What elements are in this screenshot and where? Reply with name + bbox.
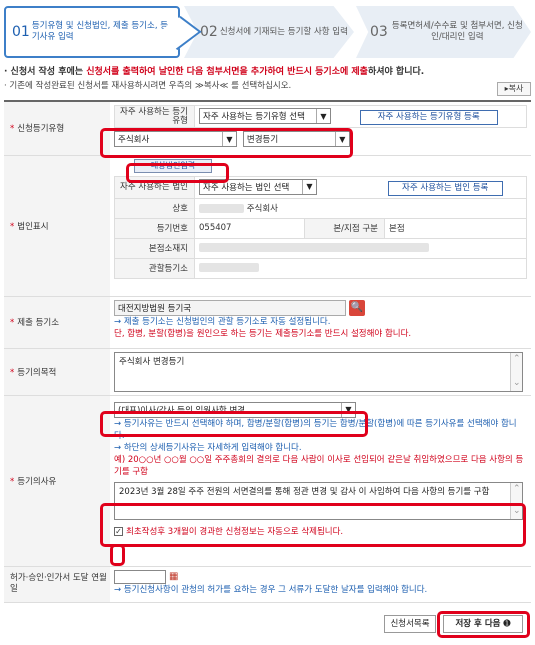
submit-office-note-1: → 제출 등기소는 신청법인의 관할 등기소로 자동 설정됩니다. bbox=[114, 316, 331, 327]
step-3[interactable]: 03 등록면허세/수수료 및 첨부서면, 신청인/대리인 입력 bbox=[356, 6, 531, 58]
freq-reg-type-register-button[interactable]: 자주 사용하는 등기유형 등록 bbox=[359, 110, 498, 125]
row-reg-type: * 신청등기유형 자주 사용하는 등기유형 자주 사용하는 등기유형 선택 ▼ 자주… bbox=[4, 101, 531, 156]
chevron-down-icon: ▼ bbox=[222, 132, 236, 146]
corp-office-label: 관할등기소 bbox=[114, 257, 195, 279]
freq-reg-type-label: 자주 사용하는 등기유형 bbox=[114, 105, 195, 128]
corp-branch-label: 본/지점 구분 bbox=[304, 217, 385, 239]
step-1-label: 등기유형 및 신청법인, 제출 등기소, 등기사유 입력 bbox=[31, 21, 169, 42]
calendar-icon[interactable]: ▦ bbox=[169, 571, 178, 582]
step-indicator: 01 등기유형 및 신청법인, 제출 등기소, 등기사유 입력 02 신청서에 … bbox=[4, 6, 531, 58]
freq-corp-register-button[interactable]: 자주 사용하는 법인 등록 bbox=[387, 180, 503, 196]
search-icon[interactable]: 🔍 bbox=[349, 299, 365, 316]
step-2-number: 02 bbox=[200, 24, 218, 40]
corp-name-value: 주식회사 bbox=[194, 197, 527, 219]
reg-kind-select[interactable]: 변경등기 ▼ bbox=[242, 131, 350, 147]
notice: · 신청서 작성 후에는 신청서를 출력하여 날인한 다음 첨부서면을 추가하여… bbox=[4, 66, 531, 96]
scrollbar[interactable] bbox=[510, 352, 522, 391]
permit-date-input[interactable] bbox=[114, 569, 166, 584]
step-3-number: 03 bbox=[370, 24, 388, 40]
save-next-button[interactable]: 저장 후 다음 ➊ bbox=[443, 615, 523, 633]
chevron-down-icon: ▼ bbox=[302, 179, 316, 194]
notice-line-1: · 신청서 작성 후에는 신청서를 출력하여 날인한 다음 첨부서면을 추가하여… bbox=[4, 67, 425, 77]
permit-note: → 등기신청사항이 관청의 허가를 요하는 경우 그 서류가 도달한 날자를 입… bbox=[114, 584, 428, 595]
auto-delete-checkbox[interactable]: ✓ bbox=[114, 527, 123, 536]
purpose-label: * 등기의목적 bbox=[4, 348, 110, 396]
corp-addr-value bbox=[194, 237, 527, 259]
step-1[interactable]: 01 등기유형 및 신청법인, 제출 등기소, 등기사유 입력 bbox=[4, 6, 180, 58]
reg-type-label: * 신청등기유형 bbox=[4, 101, 110, 156]
copy-button[interactable]: ▸복사 bbox=[497, 82, 531, 96]
freq-corp-select[interactable]: 자주 사용하는 법인 선택 ▼ bbox=[199, 178, 317, 195]
submit-office-note-2: 단, 합병, 분할(합병)을 원인으로 하는 등기는 제출등기소를 반드시 설정… bbox=[114, 328, 412, 339]
reason-select[interactable]: (대표)이사/감사 등의 임원사항 변경 ▼ bbox=[114, 401, 356, 418]
corp-label: * 법인표시 bbox=[4, 155, 110, 297]
chevron-down-icon: ▼ bbox=[341, 402, 355, 417]
corp-addr-label: 본점소재지 bbox=[114, 237, 195, 259]
company-type-select[interactable]: 주식회사 ▼ bbox=[114, 131, 237, 147]
freq-corp-label: 자주 사용하는 법인 bbox=[114, 175, 195, 199]
corp-branch-value: 본점 bbox=[384, 217, 527, 239]
purpose-textarea[interactable]: 주식회사 변경등기 bbox=[114, 351, 523, 392]
step-2-label: 신청서에 기재되는 등기할 사항 입력 bbox=[219, 26, 348, 37]
corp-office-value bbox=[194, 257, 527, 279]
row-corp: * 법인표시 대상법인입력 자주 사용하는 법인 자주 사용하는 법인 선택 ▼ 자… bbox=[4, 155, 531, 297]
row-submit-office: * 제출 등기소 대전지방법원 등기국 🔍 → 제출 등기소는 신청법인의 관할 … bbox=[4, 296, 531, 349]
step-3-label: 등록면허세/수수료 및 첨부서면, 신청인/대리인 입력 bbox=[391, 21, 523, 42]
reason-detail-textarea[interactable]: 2023년 3월 28일 주주 전원의 서면결의를 통해 정관 변경 및 감사 … bbox=[114, 481, 523, 520]
scrollbar[interactable] bbox=[510, 482, 522, 519]
row-reason: * 등기의사유 (대표)이사/감사 등의 임원사항 변경 ▼ → 등기사유는 반드시… bbox=[4, 395, 531, 567]
submit-office-label: * 제출 등기소 bbox=[4, 296, 110, 349]
corp-name-label: 상호 bbox=[114, 197, 195, 219]
auto-delete-note: 최초작성후 3개월이 경과한 신청정보는 자동으로 삭제됩니다. bbox=[126, 526, 344, 537]
chevron-down-icon: ▼ bbox=[316, 109, 330, 123]
corp-regno-label: 등기번호 bbox=[114, 217, 195, 239]
reason-example: 예) 20○○년 ○○월 ○○일 주주총회의 결의로 다음 사람이 이사로 선임… bbox=[114, 454, 524, 477]
chevron-down-icon: ▼ bbox=[334, 132, 349, 146]
step-1-number: 01 bbox=[12, 24, 30, 40]
submit-office-field: 대전지방법원 등기국 bbox=[114, 299, 346, 316]
freq-reg-type-select[interactable]: 자주 사용하는 등기유형 선택 ▼ bbox=[199, 108, 331, 124]
corp-input-button[interactable]: 대상법인입력 bbox=[134, 158, 212, 173]
reason-note-1: → 등기사유는 반드시 선택해야 하며, 합병/분할(합병)의 등기는 합병/분… bbox=[114, 418, 517, 441]
step-2[interactable]: 02 신청서에 기재되는 등기할 사항 입력 bbox=[184, 6, 354, 58]
row-permit: 허가·승인·인가서 도달 연월일 ▦ → 등기신청사항이 관청의 허가를 요하는… bbox=[4, 566, 531, 603]
row-purpose: * 등기의목적 주식회사 변경등기 bbox=[4, 348, 531, 396]
permit-label: 허가·승인·인가서 도달 연월일 bbox=[4, 566, 110, 603]
application-list-button[interactable]: 신청서목록 bbox=[384, 615, 436, 633]
reason-label: * 등기의사유 bbox=[4, 395, 110, 567]
application-form: * 신청등기유형 자주 사용하는 등기유형 자주 사용하는 등기유형 선택 ▼ 자주… bbox=[4, 100, 531, 603]
corp-regno-value: 055407 bbox=[194, 217, 305, 239]
reason-note-2: → 하단의 상세등기사유는 자세하게 입력해야 합니다. bbox=[114, 442, 302, 453]
notice-line-2: · 기존에 작성완료된 신청서를 재사용하시려면 우측의 ≫복사≪ 를 선택하십… bbox=[4, 81, 292, 91]
